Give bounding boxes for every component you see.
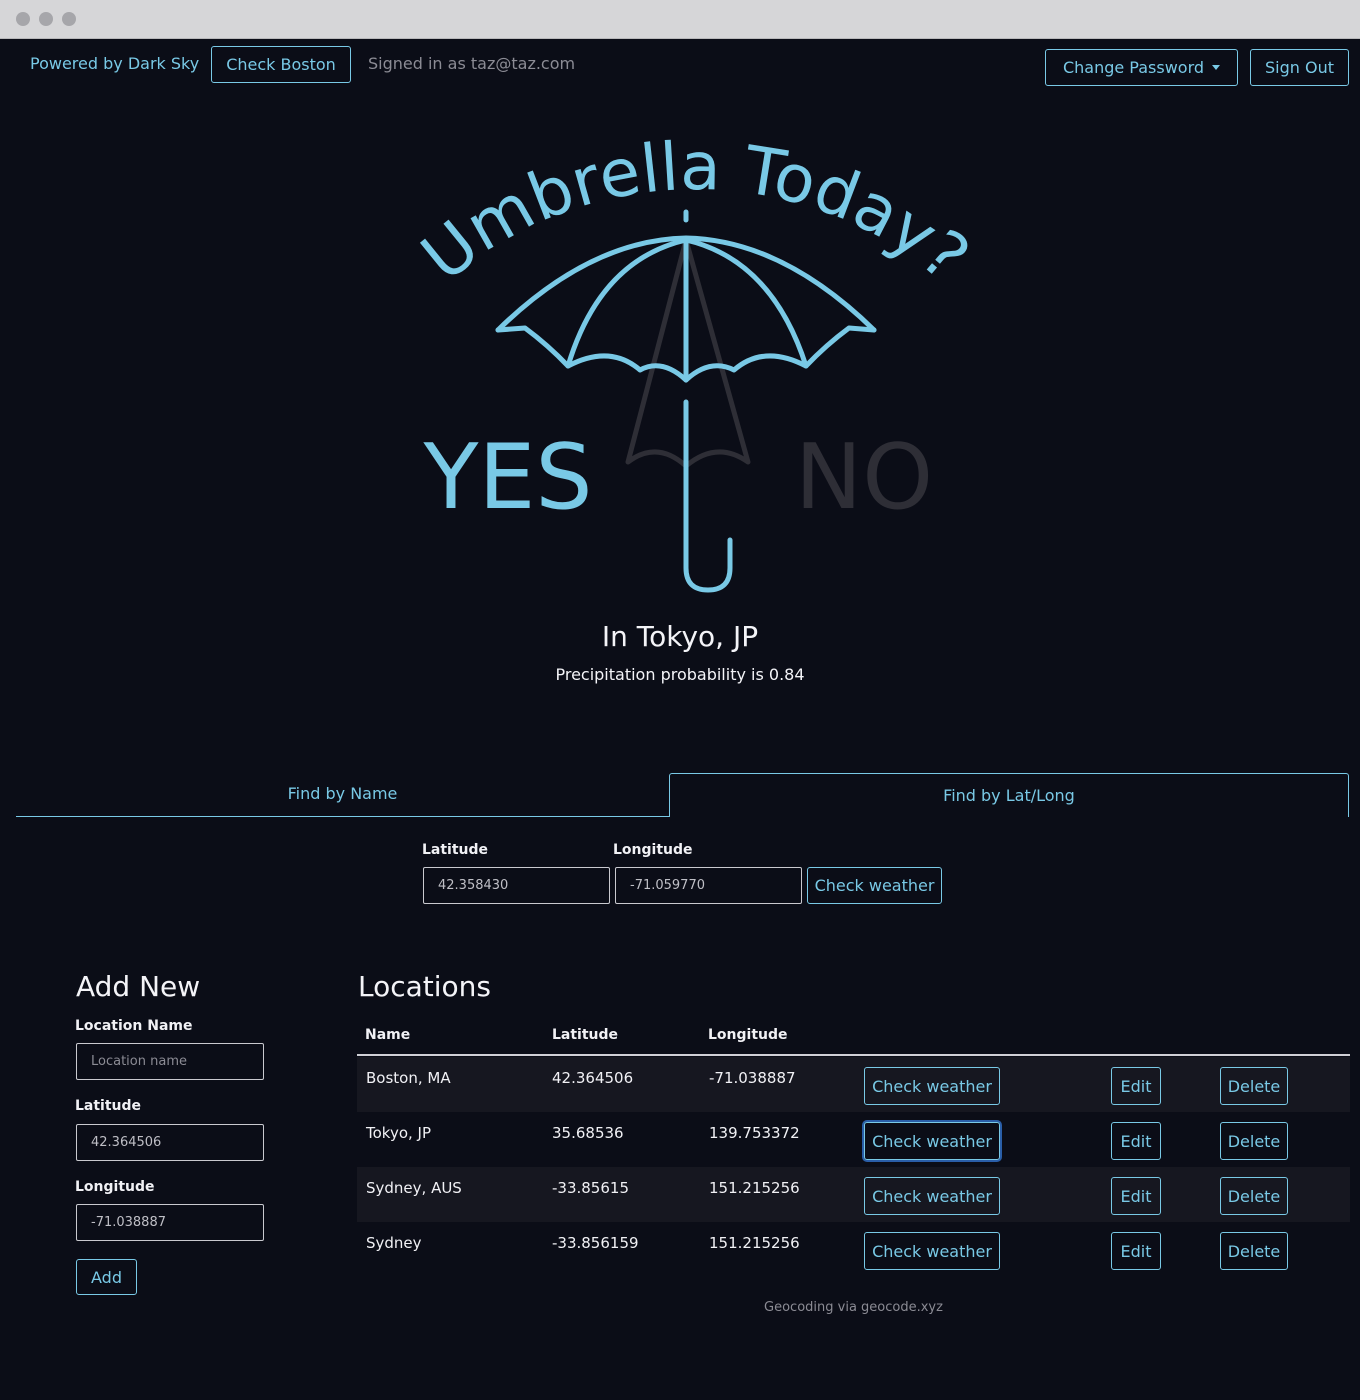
longitude-input[interactable]: -71.059770 (615, 867, 802, 904)
table-header-name: Name (365, 1027, 411, 1043)
add-new-heading: Add New (76, 970, 201, 1003)
longitude-label: Longitude (613, 842, 693, 858)
check-boston-button[interactable]: Check Boston (211, 46, 351, 83)
row-check-weather-button[interactable]: Check weather (864, 1232, 1000, 1270)
row-latitude: 35.68536 (552, 1124, 624, 1142)
tab-find-by-lat-long[interactable]: Find by Lat/Long (669, 773, 1349, 817)
add-latitude-label: Latitude (75, 1098, 142, 1114)
row-name: Sydney (366, 1234, 422, 1252)
open-umbrella-icon (495, 209, 877, 593)
tabs-baseline (16, 816, 669, 817)
row-longitude: 151.215256 (709, 1179, 800, 1197)
add-longitude-input[interactable]: -71.038887 (76, 1204, 264, 1241)
row-delete-button[interactable]: Delete (1220, 1067, 1288, 1105)
row-latitude: -33.856159 (552, 1234, 639, 1252)
window-titlebar (0, 0, 1360, 39)
row-edit-button[interactable]: Edit (1111, 1122, 1161, 1160)
table-row: Boston, MA 42.364506 -71.038887 Check we… (357, 1057, 1350, 1112)
maximize-window-dot[interactable] (62, 12, 76, 26)
row-name: Sydney, AUS (366, 1179, 462, 1197)
location-name-input[interactable]: Location name (76, 1043, 264, 1080)
location-name-label: Location Name (75, 1018, 193, 1034)
row-name: Boston, MA (366, 1069, 451, 1087)
table-header-longitude: Longitude (708, 1027, 788, 1043)
powered-by-link[interactable]: Powered by Dark Sky (30, 54, 199, 73)
row-delete-button[interactable]: Delete (1220, 1232, 1288, 1270)
locations-heading: Locations (358, 970, 492, 1003)
row-check-weather-button[interactable]: Check weather (864, 1067, 1000, 1105)
geocoding-credit: Geocoding via geocode.xyz (764, 1300, 943, 1315)
change-password-dropdown[interactable]: Change Password (1045, 49, 1238, 86)
row-check-weather-button[interactable]: Check weather (864, 1122, 1000, 1160)
umbrella-logo: Umbrella Today? YES NO (407, 128, 983, 593)
caret-down-icon (1212, 65, 1221, 70)
add-longitude-label: Longitude (75, 1179, 155, 1195)
tab-find-by-name[interactable]: Find by Name (16, 784, 669, 803)
sign-out-button[interactable]: Sign Out (1250, 49, 1349, 86)
table-header-divider (357, 1054, 1350, 1056)
row-delete-button[interactable]: Delete (1220, 1177, 1288, 1215)
close-window-dot[interactable] (16, 12, 30, 26)
add-latitude-input[interactable]: 42.364506 (76, 1124, 264, 1161)
table-row: Sydney, AUS -33.85615 151.215256 Check w… (357, 1167, 1350, 1222)
row-edit-button[interactable]: Edit (1111, 1067, 1161, 1105)
row-longitude: 139.753372 (709, 1124, 800, 1142)
no-label: NO (795, 425, 933, 530)
row-delete-button[interactable]: Delete (1220, 1122, 1288, 1160)
table-row: Sydney -33.856159 151.215256 Check weath… (357, 1222, 1350, 1277)
table-header-latitude: Latitude (552, 1027, 619, 1043)
row-longitude: -71.038887 (709, 1069, 796, 1087)
table-row: Tokyo, JP 35.68536 139.753372 Check weat… (357, 1112, 1350, 1167)
row-edit-button[interactable]: Edit (1111, 1177, 1161, 1215)
row-latitude: -33.85615 (552, 1179, 629, 1197)
add-location-button[interactable]: Add (76, 1259, 137, 1295)
precipitation-text: Precipitation probability is 0.84 (555, 665, 805, 684)
row-edit-button[interactable]: Edit (1111, 1232, 1161, 1270)
latitude-input[interactable]: 42.358430 (423, 867, 610, 904)
row-latitude: 42.364506 (552, 1069, 634, 1087)
change-password-label: Change Password (1062, 58, 1205, 77)
check-weather-latlong-button[interactable]: Check weather (807, 867, 942, 904)
yes-label: YES (423, 425, 593, 530)
row-name: Tokyo, JP (366, 1124, 432, 1142)
location-heading: In Tokyo, JP (601, 620, 759, 653)
row-longitude: 151.215256 (709, 1234, 800, 1252)
signed-in-text: Signed in as taz@taz.com (368, 54, 576, 73)
row-check-weather-button[interactable]: Check weather (864, 1177, 1000, 1215)
latitude-label: Latitude (422, 842, 489, 858)
minimize-window-dot[interactable] (39, 12, 53, 26)
